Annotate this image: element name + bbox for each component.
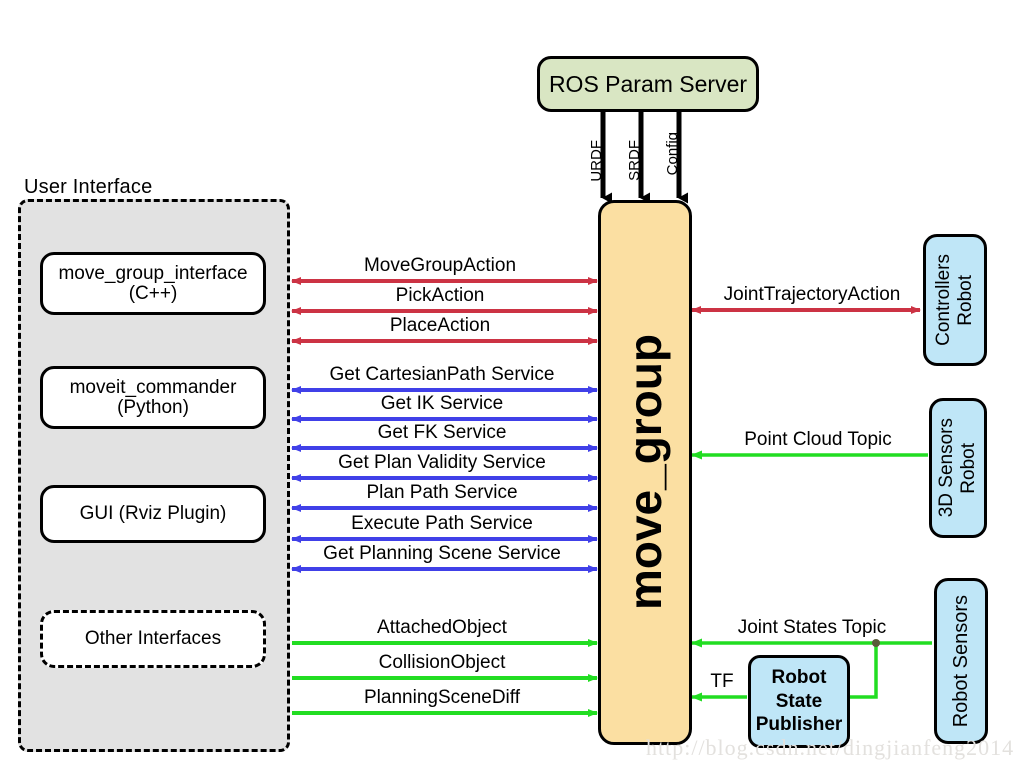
arrow-label-planningscenediff: PlanningSceneDiff: [364, 687, 520, 708]
move-group-interface-label-line2: (C++): [128, 282, 178, 304]
arrow-label-jointtrajectoryaction: JointTrajectoryAction: [723, 284, 901, 305]
arrow-label-get-ik-service: Get IK Service: [380, 393, 504, 414]
node-robot-controllers[interactable]: Robot Controllers: [923, 234, 987, 366]
robot-state-publisher-label-line3: Publisher: [755, 714, 843, 736]
arrow-label-get-planning-scene-service: Get Planning Scene Service: [323, 543, 561, 564]
param-arrow-label-urdf: URDF: [588, 140, 605, 182]
robot-controllers-label-line1: Robot: [955, 274, 976, 326]
user-interface-group-title: User Interface: [24, 176, 153, 198]
arrow-label-collisionobject: CollisionObject: [378, 652, 506, 673]
other-interfaces-label: Other Interfaces: [84, 628, 222, 650]
node-robot-sensors[interactable]: Robot Sensors: [934, 578, 988, 744]
node-move-group[interactable]: move_group: [598, 200, 692, 745]
robot-state-publisher-label-line1: Robot: [771, 666, 827, 688]
node-ros-param-server[interactable]: ROS Param Server: [537, 56, 759, 112]
arrow-label-point-cloud-topic: Point Cloud Topic: [744, 429, 892, 450]
arrow-label-get-plan-validity-service: Get Plan Validity Service: [338, 452, 546, 473]
moveit-commander-label-line2: (Python): [117, 396, 189, 418]
node-robot-3d-sensors[interactable]: Robot 3D Sensors: [929, 398, 987, 538]
node-moveit-commander[interactable]: moveit_commander (Python): [40, 366, 266, 429]
arrow-label-tf: TF: [710, 671, 734, 692]
watermark: http://blog.csdn.net/dingjianfeng2014: [646, 735, 1015, 760]
robot-controllers-label-line2: Controllers: [933, 254, 955, 346]
arrow-label-get-fk-service: Get FK Service: [377, 422, 507, 443]
robot-3d-sensors-label-line1: Robot: [958, 442, 979, 494]
gui-rviz-plugin-label: GUI (Rviz Plugin): [79, 503, 227, 525]
robot-state-publisher-label-line2: State: [775, 690, 823, 712]
moveit-commander-label-line1: moveit_commander: [69, 376, 237, 398]
arrow-label-plan-path-service: Plan Path Service: [366, 482, 518, 503]
arrow-label-execute-path-service: Execute Path Service: [351, 513, 533, 534]
node-gui-rviz-plugin[interactable]: GUI (Rviz Plugin): [40, 485, 266, 543]
diagram-canvas: ROS Param Server URDF SRDF Config User I…: [0, 0, 1024, 768]
param-arrow-label-config: Config: [664, 132, 681, 176]
robot-sensors-label: Robot Sensors: [949, 594, 972, 728]
arrow-label-joint-states-topic: Joint States Topic: [737, 617, 887, 638]
ros-param-server-label: ROS Param Server: [548, 70, 748, 97]
arrow-label-placeaction: PlaceAction: [389, 315, 491, 336]
move-group-interface-label-line1: move_group_interface: [58, 262, 248, 284]
arrow-label-get-cartesianpath-service: Get CartesianPath Service: [329, 364, 555, 385]
move-group-label: move_group: [618, 334, 671, 611]
robot-3d-sensors-label-line2: 3D Sensors: [936, 418, 958, 518]
node-move-group-interface[interactable]: move_group_interface (C++): [40, 252, 266, 315]
arrow-label-movegroupaction: MoveGroupAction: [363, 255, 517, 276]
arrow-label-pickaction: PickAction: [395, 285, 485, 306]
arrow-label-attachedobject: AttachedObject: [377, 617, 507, 638]
param-arrow-label-srdf: SRDF: [626, 140, 643, 181]
node-other-interfaces[interactable]: Other Interfaces: [40, 610, 266, 668]
